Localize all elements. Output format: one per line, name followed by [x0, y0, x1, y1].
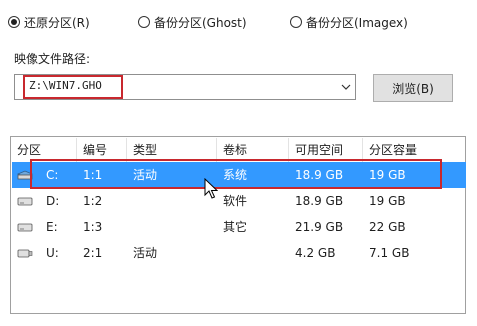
- usb-drive-icon: [17, 249, 33, 258]
- radio-backup-ghost[interactable]: 备份分区(Ghost): [138, 12, 247, 32]
- cell-drive: U:: [46, 246, 59, 260]
- header-free-space[interactable]: 可用空间: [289, 138, 363, 162]
- cell-number: 1:2: [83, 194, 103, 208]
- hard-drive-icon: [17, 223, 33, 232]
- radio-button-checked[interactable]: [8, 16, 20, 28]
- cell-free-space: 21.9 GB: [295, 220, 344, 234]
- cell-capacity: 22 GB: [369, 220, 406, 234]
- browse-button[interactable]: 浏览(B): [373, 74, 453, 102]
- mouse-cursor-icon: [204, 178, 218, 199]
- radio-backup-ghost-label: 备份分区(Ghost): [154, 15, 247, 30]
- cell-free-space: 4.2 GB: [295, 246, 336, 260]
- radio-restore-label: 还原分区(R): [24, 15, 90, 30]
- cell-volume-label: 其它: [223, 220, 248, 234]
- table-row[interactable]: D: 1:2 软件 18.9 GB 19 GB: [12, 188, 466, 214]
- cell-type: 活动: [133, 168, 158, 182]
- radio-backup-imagex-label: 备份分区(Imagex): [306, 15, 408, 30]
- header-volume-label[interactable]: 卷标: [217, 138, 289, 162]
- cell-drive: C:: [46, 168, 59, 182]
- header-partition[interactable]: 分区: [11, 138, 77, 162]
- cell-type: [127, 214, 133, 240]
- partition-table: 分区 编号 类型 卷标 可用空间 分区容量 C: 1:1 活动 系统 18.9 …: [10, 136, 466, 314]
- image-path-combobox[interactable]: Z:\WIN7.GHO: [14, 74, 356, 100]
- cell-capacity: 7.1 GB: [369, 246, 410, 260]
- cell-number: 2:1: [83, 246, 103, 260]
- chevron-down-icon[interactable]: [341, 83, 351, 91]
- radio-button[interactable]: [290, 16, 302, 28]
- cell-number: 1:3: [83, 220, 103, 234]
- header-capacity[interactable]: 分区容量: [363, 138, 465, 162]
- cell-number: 1:1: [83, 168, 103, 182]
- cell-volume-label: 系统: [223, 168, 248, 182]
- cell-volume-label: [217, 240, 223, 266]
- image-path-label: 映像文件路径:: [14, 52, 91, 66]
- cell-drive: D:: [46, 194, 60, 208]
- cell-volume-label: 软件: [223, 194, 248, 208]
- system-drive-icon: [16, 170, 34, 180]
- radio-backup-imagex[interactable]: 备份分区(Imagex): [290, 12, 408, 32]
- cell-free-space: 18.9 GB: [295, 168, 344, 182]
- header-type[interactable]: 类型: [127, 138, 217, 162]
- hard-drive-icon: [17, 197, 33, 206]
- path-highlight-box: [23, 75, 123, 99]
- cell-type: 活动: [133, 246, 158, 260]
- header-number[interactable]: 编号: [77, 138, 127, 162]
- cell-free-space: 18.9 GB: [295, 194, 344, 208]
- cell-capacity: 19 GB: [369, 194, 406, 208]
- table-row[interactable]: E: 1:3 其它 21.9 GB 22 GB: [12, 214, 466, 240]
- cell-type: [127, 188, 133, 214]
- radio-restore[interactable]: 还原分区(R): [8, 12, 90, 32]
- table-row[interactable]: U: 2:1 活动 4.2 GB 7.1 GB: [12, 240, 466, 266]
- radio-button[interactable]: [138, 16, 150, 28]
- table-row[interactable]: C: 1:1 活动 系统 18.9 GB 19 GB: [12, 162, 466, 188]
- cell-capacity: 19 GB: [369, 168, 406, 182]
- cell-drive: E:: [46, 220, 58, 234]
